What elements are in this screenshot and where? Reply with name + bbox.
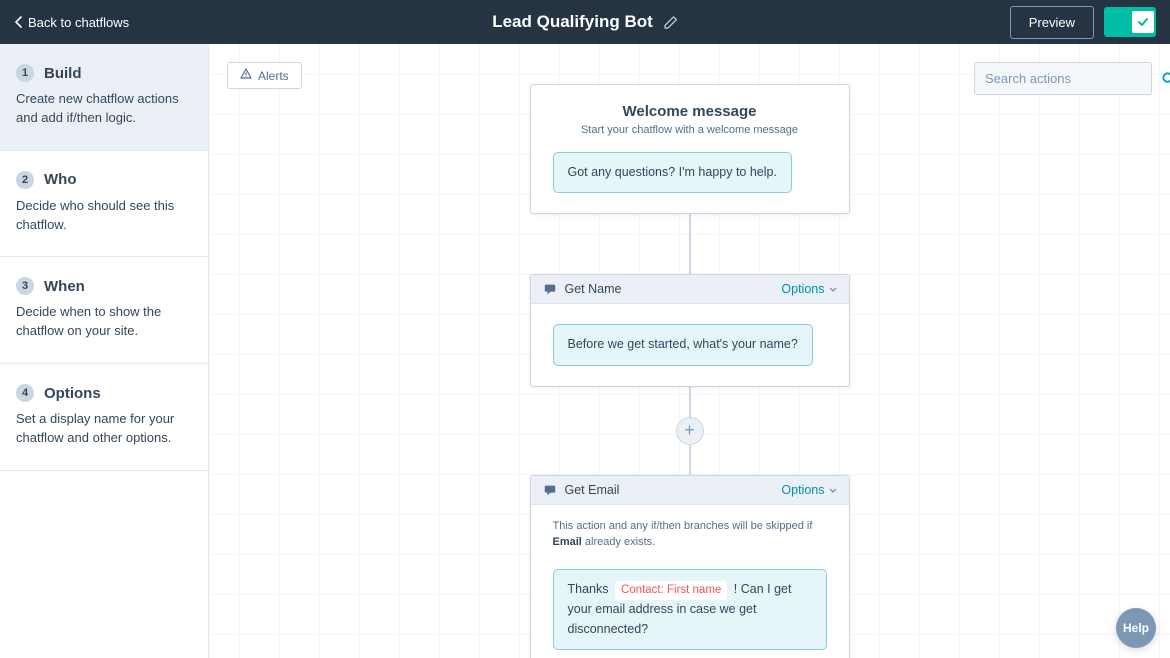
connector xyxy=(689,387,691,417)
get-email-node[interactable]: Get Email Options This action and any if… xyxy=(530,475,850,658)
search-input[interactable] xyxy=(985,71,1161,86)
step-number: 2 xyxy=(16,171,34,189)
caret-down-icon xyxy=(829,483,837,497)
sidebar-step-who[interactable]: 2 Who Decide who should see this chatflo… xyxy=(0,151,208,258)
step-number: 1 xyxy=(16,64,34,82)
get-name-node[interactable]: Get Name Options Before we get started, … xyxy=(530,274,850,386)
header-actions: Preview xyxy=(1010,6,1156,39)
caret-down-icon xyxy=(829,282,837,296)
node-name: Get Name xyxy=(565,282,622,296)
contact-firstname-token[interactable]: Contact: First name xyxy=(615,581,727,601)
step-title: When xyxy=(44,278,85,295)
node-options-dropdown[interactable]: Options xyxy=(781,282,836,296)
connector xyxy=(689,445,691,475)
flow-column: Welcome message Start your chatflow with… xyxy=(530,84,850,658)
page-title: Lead Qualifying Bot xyxy=(492,12,653,32)
body-layout: 1 Build Create new chatflow actions and … xyxy=(0,44,1170,658)
step-desc: Create new chatflow actions and add if/t… xyxy=(16,90,192,128)
search-icon xyxy=(1161,71,1170,86)
chevron-left-icon xyxy=(14,16,24,28)
sidebar-step-options[interactable]: 4 Options Set a display name for your ch… xyxy=(0,364,208,471)
search-actions-field[interactable] xyxy=(974,62,1152,95)
step-desc: Decide when to show the chatflow on your… xyxy=(16,303,192,341)
publish-toggle[interactable] xyxy=(1104,7,1156,37)
welcome-bubble: Got any questions? I'm happy to help. xyxy=(553,152,792,193)
back-label: Back to chatflows xyxy=(28,15,129,30)
node-options-dropdown[interactable]: Options xyxy=(781,483,836,497)
step-number: 4 xyxy=(16,384,34,402)
step-title: Who xyxy=(44,171,76,188)
sidebar-step-when[interactable]: 3 When Decide when to show the chatflow … xyxy=(0,257,208,364)
sidebar: 1 Build Create new chatflow actions and … xyxy=(0,44,209,658)
help-button[interactable]: Help xyxy=(1116,608,1156,648)
welcome-subtitle: Start your chatflow with a welcome messa… xyxy=(553,124,827,136)
step-title: Build xyxy=(44,65,82,82)
preview-button[interactable]: Preview xyxy=(1010,6,1094,39)
welcome-node[interactable]: Welcome message Start your chatflow with… xyxy=(530,84,850,214)
app-header: Back to chatflows Lead Qualifying Bot Pr… xyxy=(0,0,1170,44)
back-to-chatflows-link[interactable]: Back to chatflows xyxy=(14,15,129,30)
node-name: Get Email xyxy=(565,483,620,497)
step-title: Options xyxy=(44,385,101,402)
toggle-handle xyxy=(1132,11,1154,33)
alerts-button[interactable]: Alerts xyxy=(227,62,302,89)
alerts-label: Alerts xyxy=(258,69,289,83)
options-label: Options xyxy=(781,282,824,296)
title-wrap: Lead Qualifying Bot xyxy=(492,12,678,32)
options-label: Options xyxy=(781,483,824,497)
step-number: 3 xyxy=(16,277,34,295)
warning-icon xyxy=(240,68,252,83)
skip-note: This action and any if/then branches wil… xyxy=(531,505,849,557)
plus-icon: + xyxy=(684,420,695,441)
chat-icon xyxy=(543,282,557,296)
get-name-bubble: Before we get started, what's your name? xyxy=(553,324,813,365)
edit-title-button[interactable] xyxy=(663,15,678,30)
get-email-bubble: Thanks Contact: First name ! Can I get y… xyxy=(553,569,827,651)
node-header: Get Email Options xyxy=(531,476,849,505)
welcome-title: Welcome message xyxy=(553,103,827,120)
chat-icon xyxy=(543,483,557,497)
canvas[interactable]: Alerts Welcome message Start your chatfl… xyxy=(209,44,1170,658)
connector xyxy=(689,214,691,274)
node-header: Get Name Options xyxy=(531,275,849,304)
add-action-button[interactable]: + xyxy=(676,417,704,445)
sidebar-step-build[interactable]: 1 Build Create new chatflow actions and … xyxy=(0,44,208,151)
help-label: Help xyxy=(1123,621,1149,635)
step-desc: Decide who should see this chatflow. xyxy=(16,197,192,235)
step-desc: Set a display name for your chatflow and… xyxy=(16,410,192,448)
